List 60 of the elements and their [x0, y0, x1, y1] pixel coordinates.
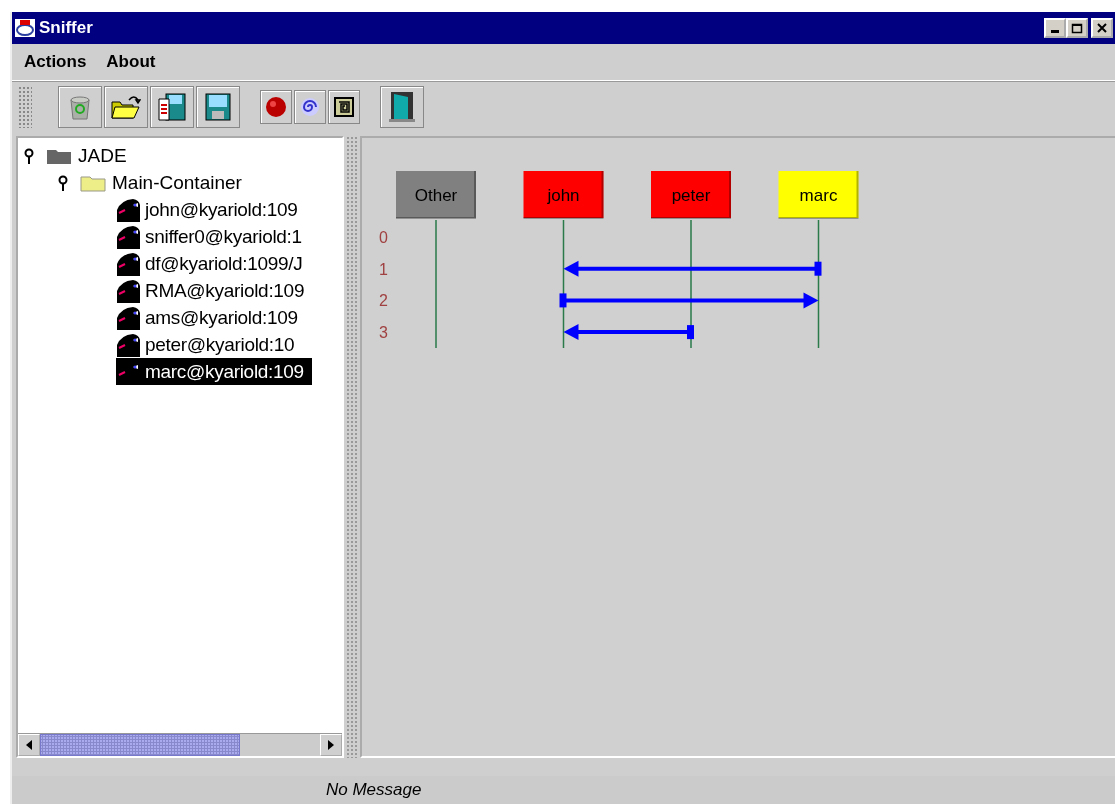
row-number: 3	[379, 324, 388, 342]
right-arrow-icon	[328, 740, 334, 750]
expanded-handle-icon[interactable]	[58, 174, 68, 191]
app-icon	[14, 18, 36, 38]
square-button[interactable]	[328, 90, 360, 124]
agent-row[interactable]: john@kyariold:109	[116, 196, 306, 223]
maximize-icon	[1071, 22, 1083, 34]
recycle-bin-icon	[69, 94, 91, 120]
open-folder-icon	[111, 94, 141, 120]
save-as-icon	[158, 93, 186, 121]
message-arrow[interactable]	[563, 324, 694, 341]
agent-row[interactable]: ams@kyariold:109	[116, 304, 306, 331]
spiral-button[interactable]	[294, 90, 326, 124]
message-arrow[interactable]	[563, 260, 822, 277]
scroll-right-button[interactable]	[320, 734, 342, 756]
expanded-handle-icon[interactable]	[24, 147, 34, 164]
close-button[interactable]	[1091, 18, 1113, 38]
row-number: 2	[379, 292, 388, 310]
minimize-icon	[1051, 29, 1059, 33]
agent-box[interactable]: peter	[650, 170, 731, 219]
left-arrow-icon	[26, 740, 32, 750]
agent-row[interactable]: RMA@kyariold:109	[116, 277, 313, 304]
folder-icon	[80, 173, 106, 192]
window-title: Sniffer	[39, 18, 94, 38]
tree-item[interactable]: Main-Container	[112, 171, 242, 194]
square-spiral-icon	[334, 97, 354, 117]
agent-row[interactable]: sniffer0@kyariold:1	[116, 223, 310, 250]
save-button[interactable]	[196, 86, 240, 128]
agent-icon	[116, 197, 142, 222]
saveas-button[interactable]	[150, 86, 194, 128]
close-icon	[1097, 23, 1107, 33]
agent-row[interactable]: df@kyariold:1099/J	[116, 250, 311, 277]
agent-icon	[116, 332, 142, 357]
exit-button[interactable]	[380, 86, 424, 128]
spiral-icon	[299, 96, 321, 118]
agent-box[interactable]: Other	[395, 170, 476, 219]
minimize-button[interactable]	[1044, 18, 1066, 38]
record-button[interactable]	[260, 90, 292, 124]
message-arrow[interactable]	[559, 292, 819, 309]
agent-row[interactable]: peter@kyariold:10	[116, 331, 303, 358]
scroll-thumb[interactable]	[40, 734, 240, 756]
agent-icon	[116, 224, 142, 249]
row-number: 0	[379, 229, 388, 246]
agent-box[interactable]: john	[522, 170, 604, 219]
menu-item[interactable]: Actions	[24, 52, 87, 72]
agent-icon	[116, 305, 142, 330]
record-icon	[265, 96, 287, 118]
tree-item[interactable]: JADE	[78, 144, 127, 167]
status-message: No Message	[326, 780, 422, 800]
agent-box[interactable]: marc	[777, 170, 859, 219]
menu-item[interactable]: About	[106, 52, 156, 72]
agent-icon	[116, 278, 142, 303]
scroll-left-button[interactable]	[18, 734, 40, 756]
agent-icon	[116, 251, 142, 276]
maximize-button[interactable]	[1066, 18, 1088, 38]
toolbar-grip[interactable]	[18, 86, 32, 128]
row-number: 1	[379, 260, 388, 278]
open-button[interactable]	[104, 86, 148, 128]
horizontal-scrollbar[interactable]	[18, 733, 342, 756]
door-icon	[388, 91, 416, 123]
